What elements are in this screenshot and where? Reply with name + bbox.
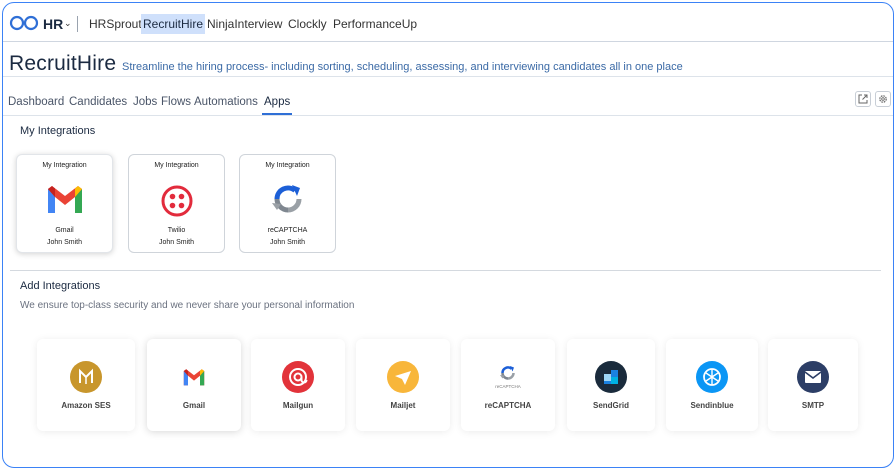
module-switcher[interactable]: HR xyxy=(43,16,63,32)
app-window: HR ⌄ HRSprout RecruitHire NinjaInterview… xyxy=(2,2,894,468)
add-sendinblue-card[interactable]: Sendinblue xyxy=(666,339,758,431)
sendgrid-icon xyxy=(595,361,627,393)
header-divider xyxy=(3,76,893,77)
nav-ninjainterview[interactable]: NinjaInterview xyxy=(205,14,284,34)
top-nav: HR ⌄ HRSprout RecruitHire NinjaInterview… xyxy=(3,3,893,42)
tab-jobs[interactable]: Jobs xyxy=(133,96,157,115)
add-amazon-ses-card[interactable]: Amazon SES xyxy=(37,339,135,431)
card-header: My Integration xyxy=(42,162,87,169)
infinity-logo-icon[interactable] xyxy=(9,15,39,31)
tab-flows[interactable]: Flows xyxy=(161,96,191,115)
add-integrations-title: Add Integrations xyxy=(20,280,101,292)
add-recaptcha-card[interactable]: reCAPTCHA reCAPTCHA xyxy=(461,339,555,431)
recaptcha-icon xyxy=(500,366,515,380)
nav-performanceup[interactable]: PerformanceUp xyxy=(331,14,419,34)
tab-automations[interactable]: Automations xyxy=(194,96,258,115)
card-label: Mailgun xyxy=(282,401,314,410)
card-name: reCAPTCHA xyxy=(267,227,308,234)
card-header: My Integration xyxy=(154,162,199,169)
card-user: John Smith xyxy=(269,239,306,246)
external-link-icon xyxy=(858,94,868,104)
add-mailjet-card[interactable]: Mailjet xyxy=(356,339,450,431)
gear-icon xyxy=(879,95,887,103)
my-integrations-title: My Integrations xyxy=(20,125,96,137)
card-label: Mailjet xyxy=(390,401,416,410)
card-name: Gmail xyxy=(55,227,74,234)
chevron-down-icon[interactable]: ⌄ xyxy=(64,18,72,29)
nav-clockly[interactable]: Clockly xyxy=(286,14,329,34)
card-user: John Smith xyxy=(158,239,195,246)
card-header: My Integration xyxy=(265,162,310,169)
card-label: Amazon SES xyxy=(61,401,111,410)
open-external-button[interactable] xyxy=(855,91,871,107)
card-label: Gmail xyxy=(182,401,206,410)
security-note: We ensure top-class security and we neve… xyxy=(20,300,355,311)
section-divider xyxy=(10,270,881,271)
my-integration-gmail-card[interactable]: My Integration Gmail John Smith xyxy=(16,154,113,253)
card-name: Twilio xyxy=(167,227,186,234)
twilio-icon xyxy=(161,185,193,217)
page-title: RecruitHire xyxy=(9,52,117,75)
nav-recruithire[interactable]: RecruitHire xyxy=(141,14,206,34)
recaptcha-icon-caption: reCAPTCHA xyxy=(495,384,521,389)
settings-button[interactable] xyxy=(875,91,891,107)
card-label: SendGrid xyxy=(592,401,629,410)
amazon-ses-icon xyxy=(70,361,102,393)
my-integration-recaptcha-card[interactable]: My Integration reCAPTCHA John Smith xyxy=(239,154,336,253)
nav-hrsprout[interactable]: HRSprout xyxy=(87,14,144,34)
card-label: reCAPTCHA xyxy=(484,401,532,410)
card-label: SMTP xyxy=(801,401,825,410)
add-sendgrid-card[interactable]: SendGrid xyxy=(567,339,655,431)
smtp-icon xyxy=(797,361,829,393)
sendinblue-icon xyxy=(696,361,728,393)
gmail-icon xyxy=(48,186,82,213)
nav-divider xyxy=(77,16,78,32)
card-user: John Smith xyxy=(46,239,83,246)
recaptcha-icon xyxy=(272,185,302,213)
gmail-icon xyxy=(183,369,205,386)
mailjet-icon xyxy=(387,361,419,393)
page-subtitle: Streamline the hiring process- including… xyxy=(122,61,683,73)
card-label: Sendinblue xyxy=(690,401,734,410)
tab-bar: Dashboard Candidates Jobs Flows Automati… xyxy=(3,94,893,116)
tab-candidates[interactable]: Candidates xyxy=(69,96,127,115)
mailgun-icon xyxy=(282,361,314,393)
my-integration-twilio-card[interactable]: My Integration Twilio John Smith xyxy=(128,154,225,253)
add-gmail-card[interactable]: Gmail xyxy=(147,339,241,431)
add-smtp-card[interactable]: SMTP xyxy=(768,339,858,431)
tab-dashboard[interactable]: Dashboard xyxy=(8,96,64,115)
tab-apps[interactable]: Apps xyxy=(262,96,293,115)
add-mailgun-card[interactable]: Mailgun xyxy=(251,339,345,431)
